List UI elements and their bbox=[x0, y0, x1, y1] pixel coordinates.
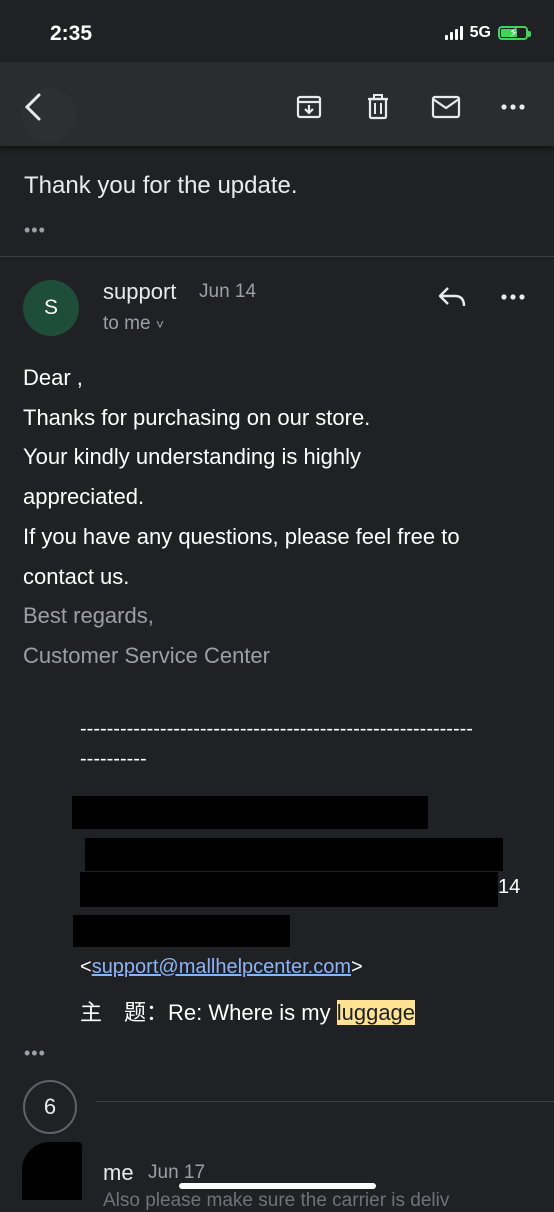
recipient-label: to me bbox=[103, 313, 151, 334]
signature: Customer Service Center bbox=[23, 642, 270, 668]
redacted-block bbox=[73, 915, 290, 947]
closing: Best regards, bbox=[23, 603, 154, 629]
redacted-block bbox=[80, 872, 498, 907]
previous-message-snippet: Thank you for the update. bbox=[24, 172, 298, 199]
redacted-block bbox=[72, 796, 428, 829]
show-trimmed-button[interactable]: ••• bbox=[24, 1043, 46, 1064]
message-date: Jun 17 bbox=[148, 1162, 206, 1183]
show-quoted-button[interactable]: ••• bbox=[24, 220, 46, 241]
toolbar bbox=[0, 62, 554, 146]
redacted-avatar bbox=[22, 1142, 82, 1200]
email-link[interactable]: support@mallhelpcenter.com bbox=[92, 956, 351, 978]
message-date: Jun 14 bbox=[199, 281, 257, 302]
collapsed-messages-count[interactable]: 6 bbox=[23, 1080, 77, 1134]
subject-label: 主 题： bbox=[80, 1000, 169, 1025]
more-icon[interactable] bbox=[496, 90, 530, 124]
body-line: Your kindly understanding is highly appr… bbox=[23, 444, 361, 510]
subject-text: Re: Where is my bbox=[168, 1000, 337, 1025]
sender-avatar[interactable]: S bbox=[23, 280, 79, 336]
status-time: 2:35 bbox=[50, 22, 93, 45]
sender-name[interactable]: support bbox=[103, 279, 176, 305]
body-line: Thanks for purchasing on our store. bbox=[23, 404, 371, 430]
quoted-subject: 主 题：Re: Where is my luggage bbox=[80, 995, 416, 1027]
network-label: 5G bbox=[469, 24, 491, 41]
message-body: Dear , Thanks for purchasing on our stor… bbox=[23, 358, 533, 676]
back-arrow-icon[interactable] bbox=[16, 90, 50, 124]
battery-icon: ⚡ bbox=[498, 26, 531, 40]
sender-name[interactable]: me bbox=[103, 1160, 134, 1186]
signal-icon bbox=[444, 26, 463, 40]
redacted-block bbox=[85, 838, 503, 871]
message-snippet: Also please make sure the carrier is del… bbox=[103, 1190, 450, 1211]
quoted-date-tail: 14 bbox=[498, 876, 521, 898]
message-divider bbox=[0, 256, 554, 257]
message-divider bbox=[96, 1101, 554, 1102]
recipient-toggle[interactable]: to me ˅ bbox=[103, 313, 164, 335]
quoted-header: ----------------------------------------… bbox=[80, 714, 535, 774]
search-highlight: luggage bbox=[336, 1000, 416, 1025]
separator: ---------- bbox=[80, 748, 147, 770]
greeting: Dear , bbox=[23, 365, 83, 390]
archive-icon[interactable] bbox=[292, 90, 326, 124]
chevron-down-icon: ˅ bbox=[155, 316, 164, 332]
home-indicator[interactable] bbox=[179, 1183, 376, 1189]
trash-icon[interactable] bbox=[361, 90, 395, 124]
message-more-icon[interactable] bbox=[496, 280, 530, 314]
separator: ----------------------------------------… bbox=[80, 718, 473, 740]
quoted-email-line: <support@mallhelpcenter.com> bbox=[80, 956, 363, 978]
body-line: If you have any questions, please feel f… bbox=[23, 523, 460, 589]
reply-icon[interactable] bbox=[435, 280, 469, 314]
mail-icon[interactable] bbox=[429, 90, 463, 124]
status-indicators: 5G ⚡ bbox=[444, 24, 531, 42]
